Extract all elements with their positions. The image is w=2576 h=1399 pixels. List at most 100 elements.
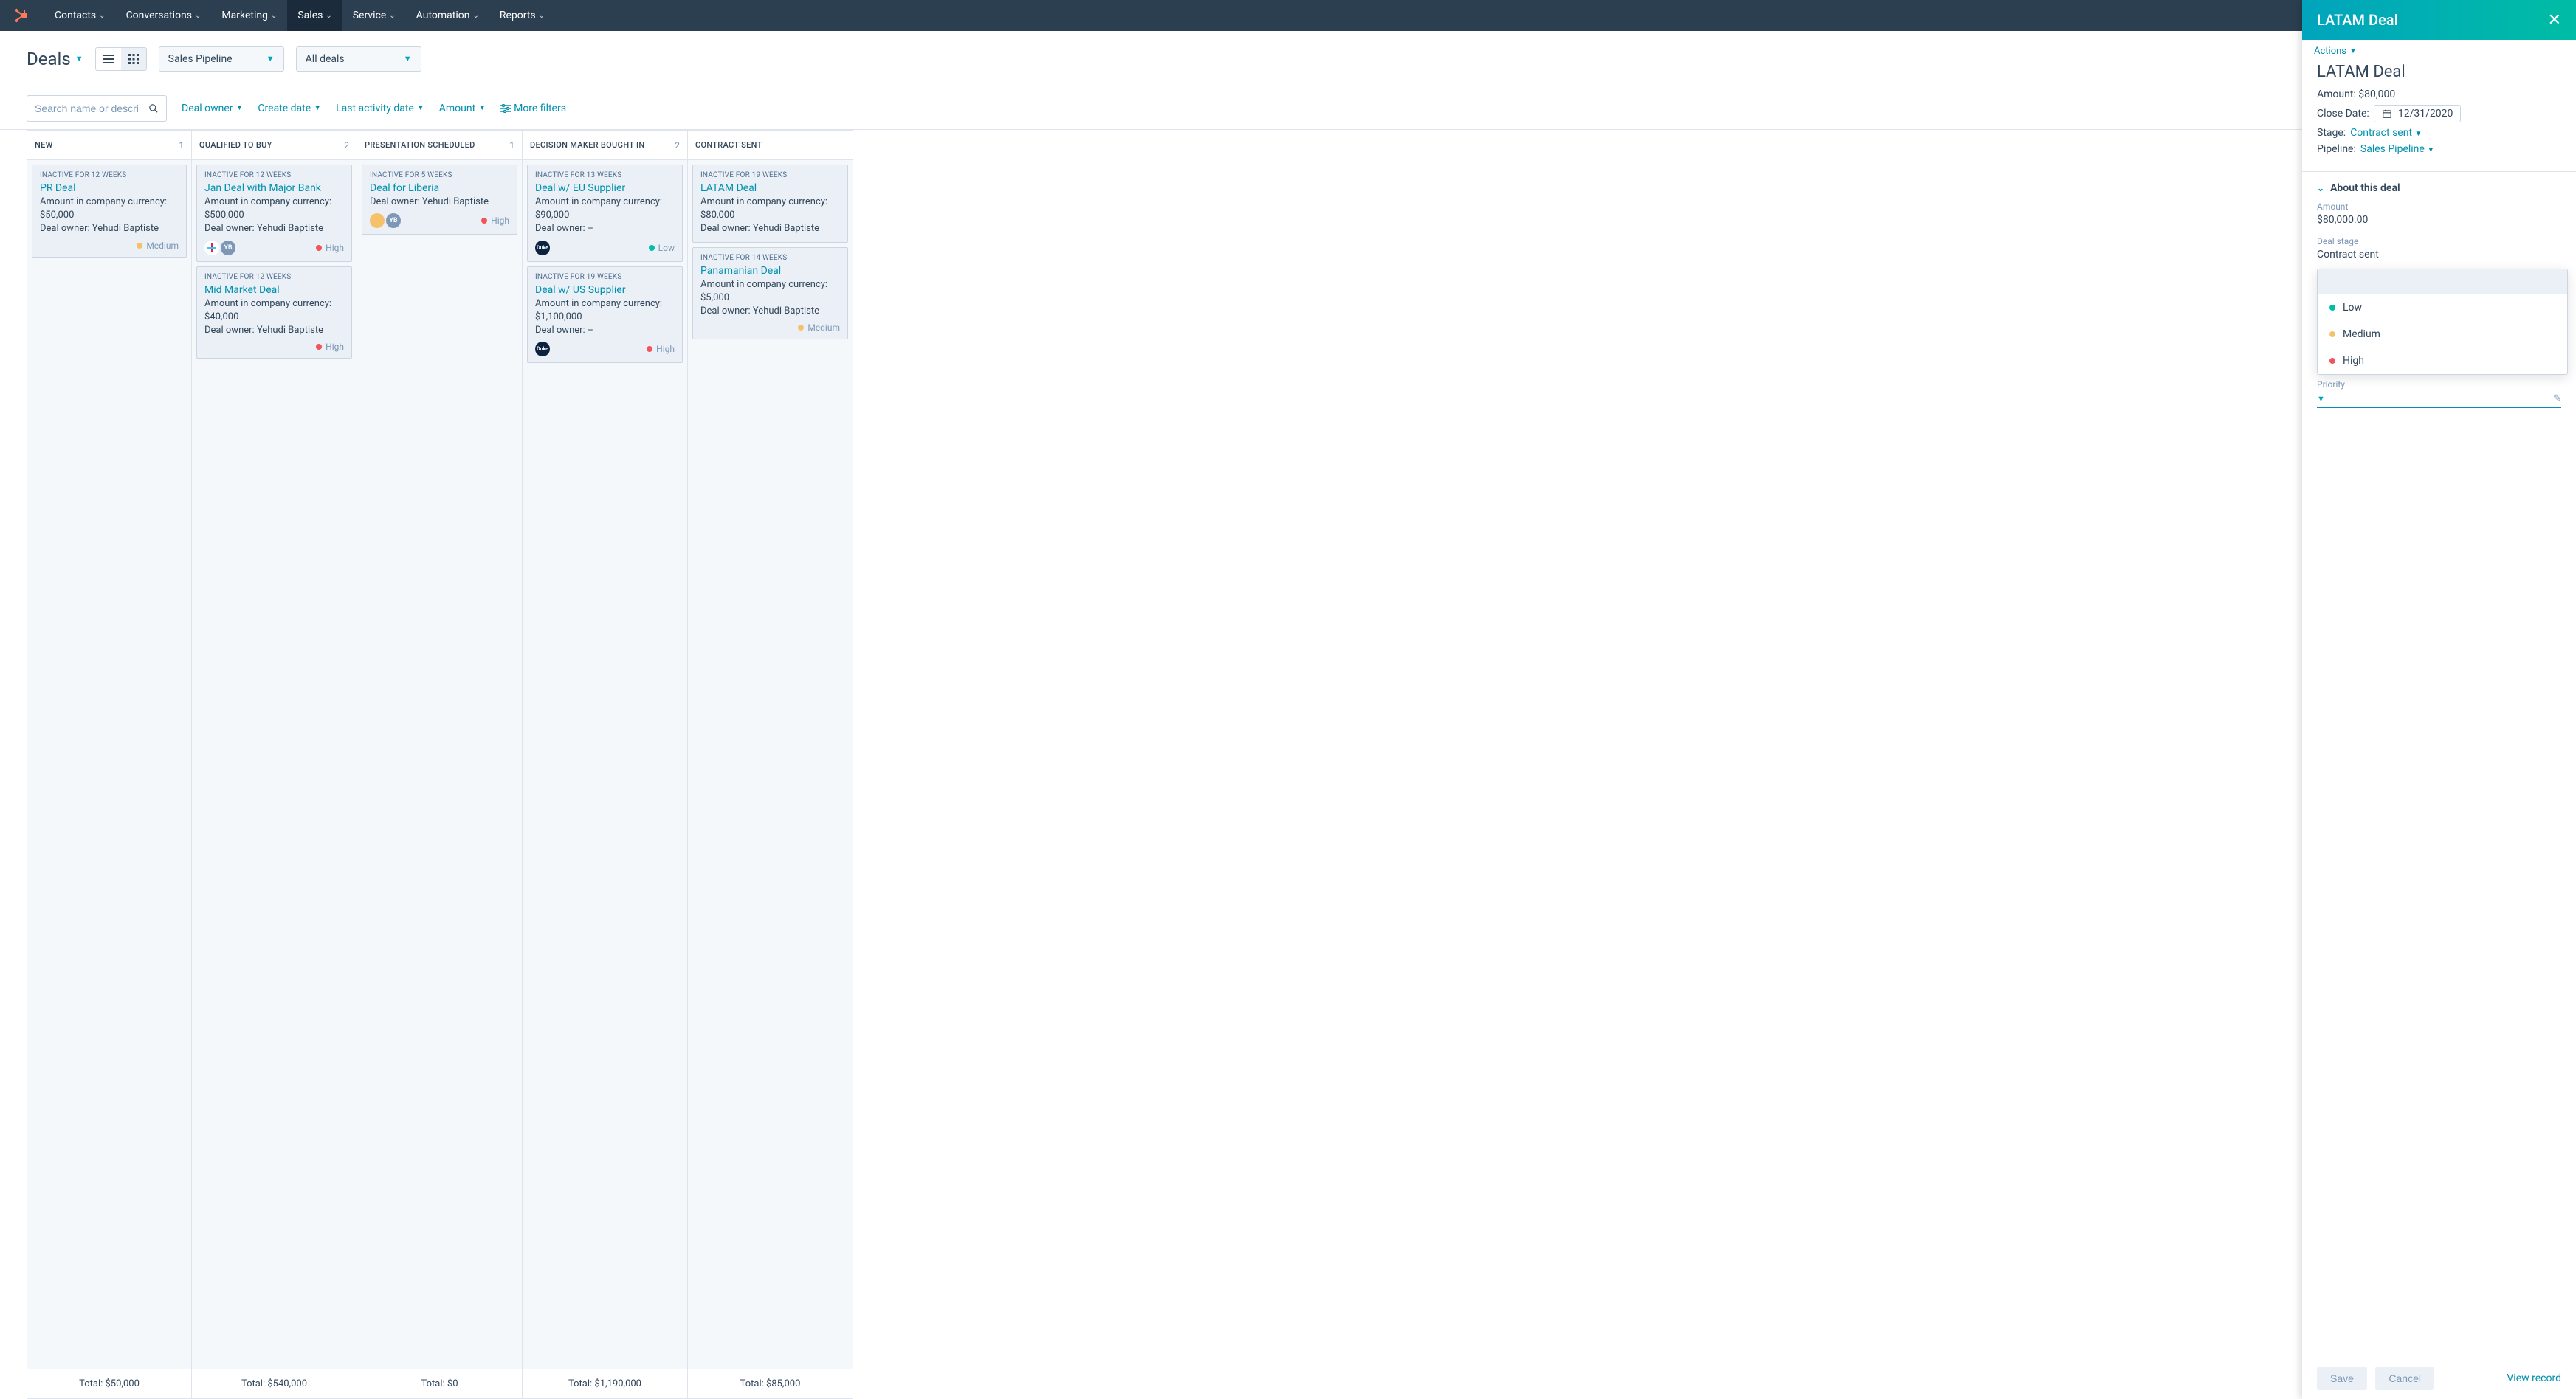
field-stage-value[interactable]: Contract sent (2317, 249, 2561, 260)
column-header: QUALIFIED TO BUY 2 (192, 131, 357, 160)
caret-down-icon: ▼ (417, 104, 424, 112)
caret-down-icon: ⌄ (389, 12, 395, 20)
card-title: Deal w/ US Supplier (535, 284, 675, 296)
filter-amount[interactable]: Amount▼ (439, 103, 486, 114)
status-dot (316, 344, 322, 350)
deal-card[interactable]: INACTIVE FOR 5 WEEKS Deal for Liberia De… (362, 165, 517, 235)
priority-option-high[interactable]: High (2318, 348, 2567, 374)
hubspot-logo-icon[interactable] (12, 7, 30, 24)
card-inactive-badge: INACTIVE FOR 14 WEEKS (700, 254, 840, 262)
column-count: 2 (675, 140, 680, 151)
caret-down-icon: ▼ (404, 54, 412, 63)
card-line: Deal owner: Yehudi Baptiste (700, 305, 840, 318)
search-input[interactable] (35, 103, 142, 114)
nav-item-conversations[interactable]: Conversations⌄ (116, 0, 212, 31)
avatar: Duke (535, 342, 550, 356)
card-line: Amount in company currency: $500,000 (204, 196, 344, 222)
deal-side-panel: LATAM Deal ✕ Actions ▼ LATAM Deal Amount… (2302, 0, 2576, 1399)
priority-badge: Low (649, 243, 675, 253)
card-title: Mid Market Deal (204, 284, 344, 296)
panel-footer: Save Cancel View record (2302, 1357, 2576, 1399)
nav-item-sales[interactable]: Sales⌄ (287, 0, 342, 31)
view-select-value: All deals (306, 53, 345, 65)
field-amount-value[interactable]: $80,000.00 (2317, 214, 2561, 226)
caret-down-icon: ▼ (2427, 146, 2434, 154)
view-select[interactable]: All deals ▼ (296, 46, 421, 72)
caret-down-icon: ▼ (266, 54, 275, 63)
column-body: INACTIVE FOR 13 WEEKS Deal w/ EU Supplie… (523, 160, 687, 1369)
list-view-button[interactable] (96, 48, 121, 70)
deal-card[interactable]: INACTIVE FOR 12 WEEKS Mid Market Deal Am… (196, 266, 352, 359)
column-total: Total: $85,000 (688, 1369, 853, 1398)
card-line: Deal owner: -- (535, 324, 675, 337)
field-priority-label: Priority (2317, 379, 2561, 390)
deal-card[interactable]: INACTIVE FOR 12 WEEKS Jan Deal with Majo… (196, 165, 352, 262)
view-record-link[interactable]: View record (2507, 1372, 2561, 1384)
avatar: Duke (535, 241, 550, 255)
caret-down-icon: ▼ (236, 104, 244, 112)
nav-item-marketing[interactable]: Marketing⌄ (211, 0, 287, 31)
priority-option-blank[interactable] (2318, 269, 2567, 294)
panel-summary: LATAM Deal Amount: $80,000 Close Date: 1… (2302, 57, 2576, 172)
sliders-icon (500, 104, 511, 113)
nav-item-automation[interactable]: Automation⌄ (406, 0, 489, 31)
deals-board: NEW 1 INACTIVE FOR 12 WEEKS PR Deal Amou… (0, 130, 2576, 1399)
deal-card[interactable]: INACTIVE FOR 12 WEEKS PR Deal Amount in … (32, 165, 187, 258)
card-line: Deal owner: -- (535, 222, 675, 235)
field-stage-label: Deal stage (2317, 236, 2561, 246)
priority-badge: High (316, 243, 344, 253)
nav-item-contacts[interactable]: Contacts⌄ (44, 0, 116, 31)
filter-create-date[interactable]: Create date▼ (258, 103, 321, 114)
field-priority-select[interactable]: ▼ ✎ (2317, 392, 2561, 408)
deal-card[interactable]: INACTIVE FOR 13 WEEKS Deal w/ EU Supplie… (527, 165, 683, 262)
caret-down-icon: ⌄ (472, 12, 478, 20)
column-header: NEW 1 (27, 131, 191, 160)
pipeline-select-value: Sales Pipeline (168, 53, 233, 65)
card-inactive-badge: INACTIVE FOR 5 WEEKS (370, 171, 509, 179)
caret-down-icon: ⌄ (326, 12, 331, 20)
search-box[interactable] (27, 95, 167, 122)
caret-down-icon: ▼ (478, 104, 486, 112)
card-line: Deal owner: Yehudi Baptiste (40, 222, 179, 235)
card-inactive-badge: INACTIVE FOR 12 WEEKS (204, 273, 344, 281)
board-column: PRESENTATION SCHEDULED 1 INACTIVE FOR 5 … (357, 130, 523, 1399)
board-column: CONTRACT SENT INACTIVE FOR 19 WEEKS LATA… (688, 130, 853, 1399)
deal-card[interactable]: INACTIVE FOR 19 WEEKS LATAM Deal Amount … (692, 165, 848, 243)
page-title-dropdown[interactable]: Deals ▼ (27, 49, 83, 69)
panel-amount: Amount: $80,000 (2317, 89, 2395, 100)
more-filters-button[interactable]: More filters (500, 103, 566, 114)
close-icon[interactable]: ✕ (2548, 11, 2561, 30)
save-button[interactable]: Save (2317, 1367, 2367, 1390)
top-nav: Contacts⌄Conversations⌄Marketing⌄Sales⌄S… (0, 0, 2576, 31)
column-body: INACTIVE FOR 12 WEEKS Jan Deal with Majo… (192, 160, 357, 1369)
section-about-toggle[interactable]: ⌄ About this deal (2302, 172, 2576, 201)
stage-dropdown[interactable]: Contract sent ▼ (2350, 127, 2422, 139)
pipeline-dropdown[interactable]: Sales Pipeline ▼ (2360, 143, 2434, 155)
card-title: Jan Deal with Major Bank (204, 182, 344, 194)
card-title: LATAM Deal (700, 182, 840, 194)
panel-actions-dropdown[interactable]: Actions ▼ (2314, 46, 2564, 57)
priority-option-low[interactable]: Low (2318, 294, 2567, 321)
status-dot (2329, 305, 2335, 311)
pipeline-select[interactable]: Sales Pipeline ▼ (159, 46, 284, 72)
filter-deal-owner[interactable]: Deal owner▼ (182, 103, 243, 114)
column-body: INACTIVE FOR 12 WEEKS PR Deal Amount in … (27, 160, 191, 1369)
pencil-icon[interactable]: ✎ (2553, 393, 2561, 404)
board-view-button[interactable] (121, 48, 146, 70)
cancel-button[interactable]: Cancel (2375, 1367, 2434, 1390)
column-title: DECISION MAKER BOUGHT-IN (530, 140, 645, 150)
panel-header: LATAM Deal ✕ (2302, 0, 2576, 40)
nav-item-reports[interactable]: Reports⌄ (489, 0, 555, 31)
status-dot (316, 245, 322, 251)
nav-item-service[interactable]: Service⌄ (342, 0, 406, 31)
deal-card[interactable]: INACTIVE FOR 14 WEEKS Panamanian Deal Am… (692, 247, 848, 340)
filter-last-activity[interactable]: Last activity date▼ (336, 103, 424, 114)
column-body: INACTIVE FOR 19 WEEKS LATAM Deal Amount … (688, 160, 853, 1369)
card-inactive-badge: INACTIVE FOR 12 WEEKS (40, 171, 179, 179)
close-date-input[interactable]: 12/31/2020 (2374, 105, 2462, 122)
status-dot (798, 325, 804, 331)
priority-option-medium[interactable]: Medium (2318, 321, 2567, 348)
avatar (370, 213, 385, 228)
caret-down-icon: ▼ (314, 104, 321, 112)
deal-card[interactable]: INACTIVE FOR 19 WEEKS Deal w/ US Supplie… (527, 266, 683, 364)
